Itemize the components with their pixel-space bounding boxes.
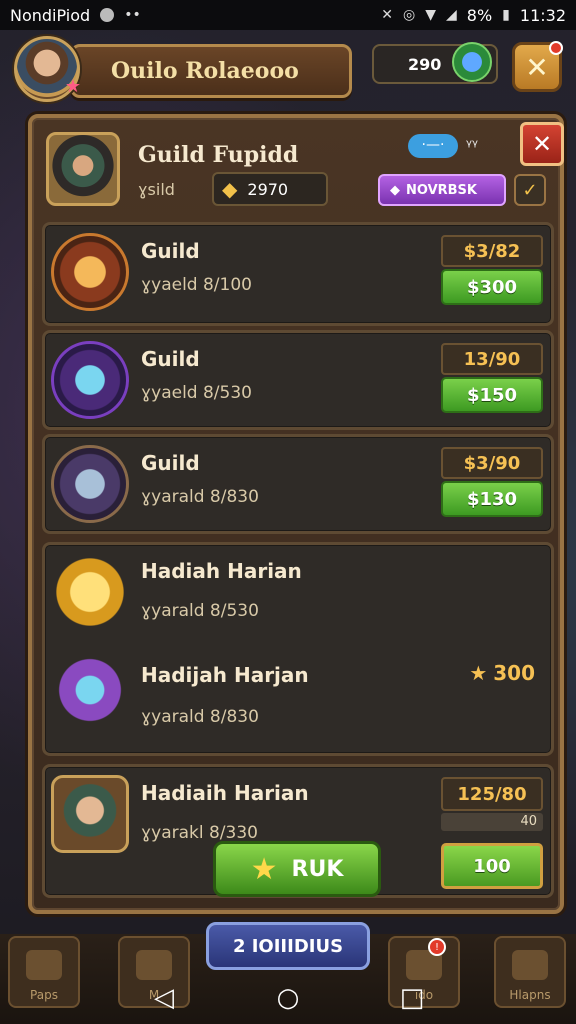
diamond-icon: ◆ <box>390 182 400 198</box>
claim-label: RUK <box>291 856 344 882</box>
gem-sword-icon <box>51 651 129 729</box>
close-icon: ✕ <box>531 130 553 158</box>
reward-price-value: 300 <box>493 661 535 685</box>
row-title: Guild <box>141 239 200 263</box>
row-price: 13/90 <box>441 343 543 375</box>
page-title: Ouilo Rolaeooo <box>70 44 352 98</box>
buy-button[interactable]: $300 <box>441 269 543 305</box>
home-icon[interactable]: ○ <box>273 983 303 1013</box>
battery-percent: 8% <box>466 5 493 25</box>
shop-row: Guild ɣyaeld 8/530 13/90 $150 <box>42 330 554 430</box>
notification-icon <box>100 8 115 22</box>
signal-icon: ◢ <box>446 7 457 23</box>
row-title: Guild <box>141 347 200 371</box>
guild-coin-amount: 2970 <box>247 179 289 199</box>
buy-button[interactable]: 100 <box>441 843 543 889</box>
status-bar: NondiPiod •• ✕ ◎ ▼ ◢ 8% ▮ 11:32 <box>0 0 576 30</box>
row-progress: ɣyaeld 8/530 <box>141 383 252 403</box>
guild-name: Guild Fupidd <box>138 142 299 168</box>
star-badge-icon: ★ <box>64 76 81 97</box>
panel-close-button[interactable]: ✕ <box>520 122 564 166</box>
row-title: Guild <box>141 451 200 475</box>
player-avatar[interactable]: ★ <box>14 36 81 102</box>
system-nav-bar: ◁ ○ □ <box>0 972 576 1024</box>
header: Ouilo Rolaeooo ★ 290 ✕ <box>10 36 566 106</box>
emote-icon: ᵞᵞ <box>466 136 478 155</box>
guild-info: Guild Fupidd ɣsild ◆ 2970 ·—· ᵞᵞ ✕ ◆ NOV… <box>42 122 564 212</box>
close-icon: ✕ <box>525 50 549 84</box>
row-price-sub: 40 <box>441 813 543 831</box>
hero-portrait-icon <box>51 775 129 853</box>
sword-icon <box>51 233 129 311</box>
battery-icon: ▮ <box>502 7 510 23</box>
row-progress: ɣyaeld 8/100 <box>141 275 252 295</box>
event-button[interactable]: 2 IOIIIDIUS <box>206 922 370 970</box>
mute-icon: ✕ <box>381 7 393 23</box>
guild-emblem[interactable] <box>46 132 120 206</box>
reward-title: Hadiaih Harian <box>141 781 309 805</box>
back-icon[interactable]: ◁ <box>149 983 179 1013</box>
coin-icon: ◆ <box>222 177 238 201</box>
clock: 11:32 <box>519 5 566 25</box>
crystal-wand-icon <box>51 341 129 419</box>
reward-title: Hadijah Harjan <box>141 663 309 687</box>
wifi-icon: ▼ <box>425 7 436 23</box>
game-screen: NondiPiod •• ✕ ◎ ▼ ◢ 8% ▮ 11:32 Ouilo Ro… <box>0 0 576 1024</box>
row-progress: ɣyarald 8/830 <box>141 487 259 507</box>
shop-row: Guild ɣyarald 8/830 $3/90 $130 <box>42 434 554 534</box>
reward-progress: ɣyarald 8/530 <box>141 601 259 621</box>
confirm-button[interactable]: ✓ <box>514 174 546 206</box>
notification-dot <box>549 41 563 55</box>
carrier-label: NondiPiod <box>10 5 91 25</box>
guild-sub-label: ɣsild <box>138 180 175 199</box>
crossbow-icon <box>51 445 129 523</box>
recents-icon[interactable]: □ <box>397 983 427 1013</box>
daily-reward-row: Hadiaih Harian ɣyarakl 8/330 125/80 40 1… <box>42 764 554 898</box>
chat-button[interactable]: ·—· <box>408 134 458 158</box>
star-icon: ★ <box>469 661 488 685</box>
star-icon: ★ <box>250 851 278 887</box>
purple-action-label: NOVRBSK <box>406 182 477 198</box>
guild-coin-counter: ◆ 2970 <box>212 172 328 206</box>
buy-button[interactable]: $130 <box>441 481 543 517</box>
purple-action-button[interactable]: ◆ NOVRBSK <box>378 174 506 206</box>
gem-icon[interactable] <box>452 42 492 82</box>
close-button[interactable]: ✕ <box>512 41 563 92</box>
more-icon: •• <box>124 7 141 23</box>
gem-amount: 290 <box>408 54 442 74</box>
reward-progress: ɣyarakl 8/330 <box>141 823 258 843</box>
reward-progress: ɣyarald 8/830 <box>141 707 259 727</box>
row-price: $3/90 <box>441 447 543 479</box>
daily-reward-group: Hadiah Harian ɣyarald 8/530 Hadijah Harj… <box>42 542 554 756</box>
claim-button[interactable]: ★ RUK <box>213 841 381 897</box>
treasure-chest-icon <box>51 553 129 631</box>
check-icon: ✓ <box>522 179 538 201</box>
guild-panel: Guild Fupidd ɣsild ◆ 2970 ·—· ᵞᵞ ✕ ◆ NOV… <box>28 114 564 914</box>
notification-badge: ! <box>428 938 446 956</box>
reward-title: Hadiah Harian <box>141 559 302 583</box>
gem-counter: 290 <box>372 42 498 84</box>
reward-price: ★ 300 <box>469 661 535 685</box>
shop-row: Guild ɣyaeld 8/100 $3/82 $300 <box>42 222 554 326</box>
row-price: 125/80 <box>441 777 543 811</box>
alarm-icon: ◎ <box>403 7 416 23</box>
buy-button[interactable]: $150 <box>441 377 543 413</box>
row-price: $3/82 <box>441 235 543 267</box>
